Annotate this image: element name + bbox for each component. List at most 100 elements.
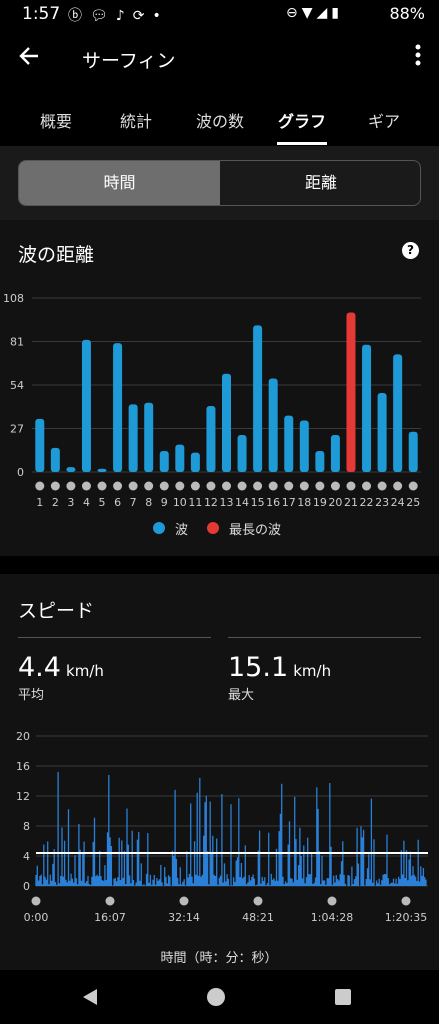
bar-xtick-label: 12 xyxy=(204,496,218,509)
nav-home-icon[interactable] xyxy=(206,987,226,1007)
speed-x-dot xyxy=(253,896,263,906)
tab-gear[interactable]: ギア xyxy=(362,108,406,132)
max-separator xyxy=(228,637,421,638)
back-arrow-icon[interactable] xyxy=(18,44,40,74)
bar-x-dot xyxy=(284,481,294,491)
speed-ytick-label: 0 xyxy=(23,880,30,893)
tab-stats[interactable]: 統計 xyxy=(116,108,156,132)
bar-wave[interactable] xyxy=(159,451,169,472)
avg-speed-label: 平均 xyxy=(18,688,45,703)
bar-wave[interactable] xyxy=(222,373,231,472)
bar-xtick-label: 7 xyxy=(130,496,137,509)
speed-ytick-label: 16 xyxy=(16,760,30,773)
status-right-icons: ⊖▼◢▮ xyxy=(286,5,343,21)
nav-back-icon[interactable] xyxy=(80,987,100,1007)
speed-xtick-label: 0:00 xyxy=(24,911,49,924)
bar-x-dot xyxy=(315,481,325,491)
bar-ytick-label: 0 xyxy=(17,466,24,479)
speed-xtick-label: 1:20:35 xyxy=(385,911,427,924)
bar-x-dot xyxy=(81,481,91,491)
bar-wave[interactable] xyxy=(299,420,309,472)
bar-x-dot xyxy=(393,481,403,491)
bar-wave[interactable] xyxy=(408,431,418,472)
segment-distance[interactable]: 距離 xyxy=(220,161,420,205)
tab-graph[interactable]: グラフ xyxy=(272,108,332,132)
max-speed-stat: 15.1 km/h xyxy=(228,652,331,683)
speed-xtick-label: 16:07 xyxy=(94,911,126,924)
bar-xtick-label: 16 xyxy=(266,496,280,509)
bar-wave[interactable] xyxy=(81,339,91,472)
bar-xtick-label: 22 xyxy=(360,496,374,509)
bar-xtick-label: 15 xyxy=(251,496,265,509)
bar-x-dot xyxy=(377,481,387,491)
bar-wave[interactable] xyxy=(330,434,340,472)
bar-ytick-label: 108 xyxy=(3,292,24,305)
bar-wave[interactable] xyxy=(175,444,185,472)
bar-wave[interactable] xyxy=(97,468,107,472)
bar-xtick-label: 9 xyxy=(161,496,168,509)
bar-wave[interactable] xyxy=(253,325,263,472)
more-vert-icon[interactable] xyxy=(415,44,421,75)
bar-wave[interactable] xyxy=(284,415,294,472)
wifi-icon: ▼ xyxy=(301,5,317,21)
nav-recents-icon[interactable] xyxy=(334,988,352,1006)
bar-wave[interactable] xyxy=(393,354,403,472)
bar-wave[interactable] xyxy=(35,418,45,472)
speed-x-dot xyxy=(105,896,115,906)
bar-xtick-label: 8 xyxy=(145,496,152,509)
status-time: 1:57 xyxy=(22,4,61,24)
speed-xlabel: 時間（時：分：秒） xyxy=(160,951,277,966)
bar-xtick-label: 1 xyxy=(36,496,43,509)
bar-wave[interactable] xyxy=(237,434,247,472)
more-vert-svg xyxy=(415,44,421,66)
bar-longest-wave[interactable] xyxy=(346,312,356,473)
speed-ytick-label: 20 xyxy=(16,730,30,743)
bar-x-dot xyxy=(50,481,60,491)
notification-badge-icon: ⓑ xyxy=(68,8,90,24)
bar-xtick-label: 23 xyxy=(375,496,389,509)
bar-x-dot xyxy=(144,481,154,491)
bar-x-dot xyxy=(128,481,138,491)
bar-wave[interactable] xyxy=(66,467,76,472)
sync-icon: ⟳ xyxy=(132,8,153,24)
bar-wave[interactable] xyxy=(268,378,278,472)
bar-wave[interactable] xyxy=(206,405,216,472)
tab-overview[interactable]: 概要 xyxy=(36,108,76,132)
bar-wave[interactable] xyxy=(128,404,138,472)
wave-distance-chart: 0275481108 1 2 3 4 5 6 7 8 9 10 11 12 13 14 15 16 17 18 19… xyxy=(3,292,421,538)
bar-x-dot xyxy=(159,481,169,491)
bar-x-dot xyxy=(253,481,263,491)
system-nav-bar xyxy=(0,970,439,1024)
bar-wave[interactable] xyxy=(377,393,387,472)
speed-ytick-label: 8 xyxy=(23,820,30,833)
bar-wave[interactable] xyxy=(144,402,154,472)
legend-wave-dot xyxy=(153,522,165,534)
help-icon[interactable]: ? xyxy=(402,242,419,259)
bar-xtick-label: 19 xyxy=(313,496,327,509)
speed-xtick-label: 32:14 xyxy=(168,911,200,924)
status-bar: 1:57 ⓑ💬︎♪⟳• ⊖▼◢▮ 88% xyxy=(0,0,439,30)
bar-wave[interactable] xyxy=(315,451,325,472)
bar-wave[interactable] xyxy=(50,447,60,472)
bar-xtick-label: 3 xyxy=(67,496,74,509)
bar-wave[interactable] xyxy=(190,452,200,472)
bar-x-dot xyxy=(299,481,309,491)
speed-x-dot xyxy=(179,896,189,906)
tab-wave-count[interactable]: 波の数 xyxy=(190,108,250,132)
bar-wave[interactable] xyxy=(113,343,123,472)
bar-xtick-label: 18 xyxy=(297,496,311,509)
legend-wave-label: 波 xyxy=(175,523,188,538)
bar-xtick-label: 25 xyxy=(406,496,420,509)
bar-ytick-label: 54 xyxy=(10,379,24,392)
section-divider xyxy=(0,556,439,574)
back-arrow-svg xyxy=(19,47,38,65)
avg-speed-stat: 4.4 km/h xyxy=(18,652,104,683)
bar-xtick-label: 2 xyxy=(52,496,59,509)
bar-x-dot xyxy=(206,481,216,491)
bar-x-dot xyxy=(113,481,123,491)
bar-wave[interactable] xyxy=(362,344,372,472)
page-title: サーフィン xyxy=(82,50,176,72)
dot-icon: • xyxy=(152,8,169,24)
segment-time[interactable]: 時間 xyxy=(19,161,220,205)
bar-xtick-label: 21 xyxy=(344,496,358,509)
